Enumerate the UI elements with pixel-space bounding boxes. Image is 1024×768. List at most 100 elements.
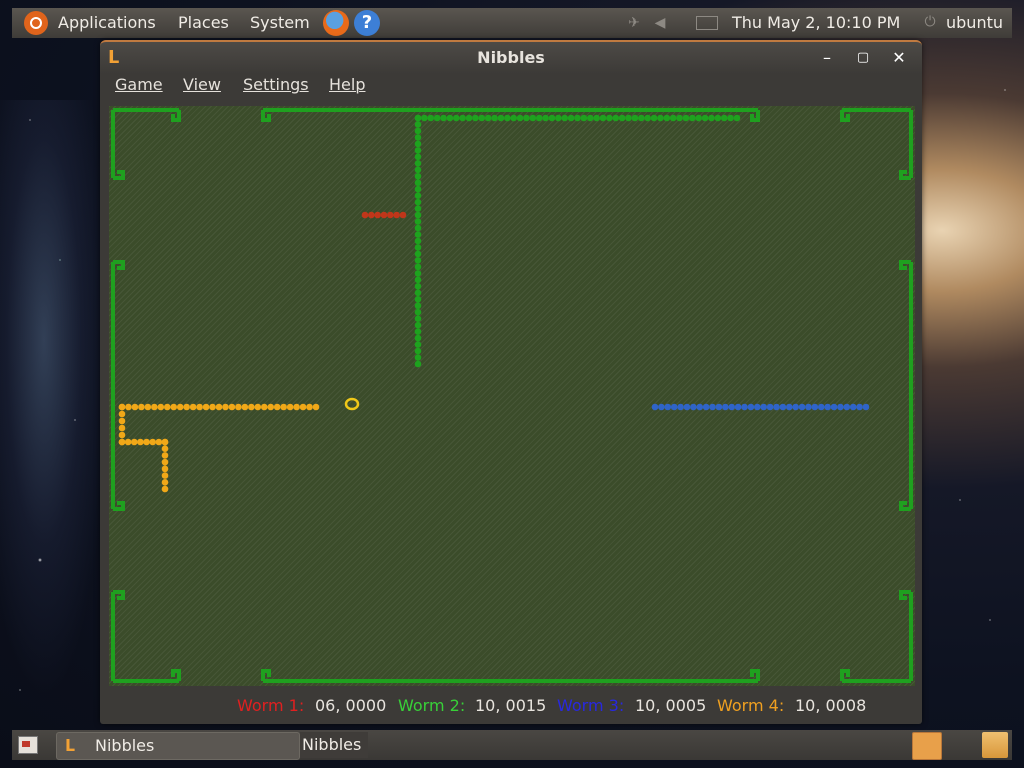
game-canvas: [111, 108, 913, 683]
worm-segment: [542, 114, 549, 122]
worm-segment: [299, 403, 307, 411]
worm-segment: [747, 403, 755, 411]
worm-1: [361, 211, 407, 219]
menu-help[interactable]: Help: [329, 75, 365, 94]
worm-segment: [427, 114, 435, 122]
worm-segment: [118, 438, 126, 446]
worm-segment: [741, 403, 748, 411]
worm-segment: [421, 114, 428, 122]
worm-segment: [497, 114, 505, 122]
menu-game[interactable]: Game: [115, 75, 163, 94]
places-menu[interactable]: Places: [178, 13, 229, 33]
worm-segment: [785, 403, 793, 411]
worm-segment: [222, 403, 229, 411]
worm-segment: [414, 257, 422, 264]
worm-segment: [523, 114, 530, 122]
user-menu[interactable]: ubuntu: [946, 13, 1003, 33]
worm-segment: [446, 114, 454, 122]
worm-segment: [374, 211, 381, 219]
workspace-switcher-icon[interactable]: [912, 732, 942, 760]
worm-segment: [766, 403, 774, 411]
worm-segment: [465, 114, 473, 122]
worm-segment: [161, 472, 169, 479]
worm-segment: [273, 403, 281, 411]
worm-segment: [849, 403, 857, 411]
worm-segment: [138, 403, 145, 411]
worm-segment: [491, 114, 498, 122]
worm-segment: [414, 134, 422, 141]
game-board[interactable]: [109, 106, 915, 686]
menubar: Game View Settings Help: [100, 72, 922, 102]
worm-segment: [155, 438, 163, 446]
worm-segment: [414, 360, 422, 368]
worm-segment: [567, 114, 575, 122]
worm-segment: [267, 403, 275, 411]
applications-menu[interactable]: Applications: [58, 13, 156, 33]
help-icon[interactable]: ?: [354, 10, 380, 36]
worm-segment: [254, 403, 262, 411]
worm-segment: [555, 114, 562, 122]
worm-segment: [805, 403, 812, 411]
show-desktop-icon[interactable]: [18, 736, 38, 754]
worm-3-score: 10, 0005: [635, 696, 707, 715]
worm-segment: [176, 403, 184, 411]
worm-segment: [709, 403, 716, 411]
network-icon[interactable]: ✈: [626, 15, 642, 31]
taskbar-item-label-2: Nibbles: [302, 735, 362, 754]
worm-segment: [631, 114, 639, 122]
mail-icon[interactable]: [696, 16, 718, 30]
worm-segment: [241, 403, 249, 411]
worm-segment: [618, 114, 626, 122]
worm-segment: [393, 211, 400, 219]
worm-segment: [715, 403, 723, 411]
worm-segment: [638, 114, 645, 122]
worm-segment: [118, 424, 126, 432]
worm-segment: [414, 218, 422, 225]
worm-segment: [773, 403, 780, 411]
window-title: Nibbles: [477, 48, 545, 67]
worm-segment: [414, 114, 422, 122]
worm-segment: [118, 417, 126, 425]
titlebar[interactable]: ᒪ Nibbles – ▢ ✕: [100, 40, 922, 74]
worm-segment: [862, 403, 870, 411]
worm-segment: [683, 403, 691, 411]
worm-segment: [414, 308, 422, 316]
worm-segment: [535, 114, 543, 122]
worm-segment: [151, 403, 158, 411]
worm-segment: [414, 185, 422, 193]
clock[interactable]: Thu May 2, 10:10 PM: [732, 13, 900, 33]
worm-segment: [586, 114, 594, 122]
worm-segment: [414, 160, 422, 167]
power-icon[interactable]: ⏻: [922, 14, 938, 30]
minimize-button[interactable]: –: [816, 47, 838, 69]
worm-segment: [170, 403, 178, 411]
worm-segment: [843, 403, 851, 411]
maximize-button[interactable]: ▢: [852, 47, 874, 69]
worm-segment: [248, 403, 255, 411]
worm-segment: [696, 403, 704, 411]
trash-icon[interactable]: [982, 732, 1008, 758]
worm-4-score: 10, 0008: [795, 696, 867, 715]
system-menu[interactable]: System: [250, 13, 310, 33]
taskbar-item-nibbles[interactable]: ᒪ Nibbles: [56, 732, 300, 760]
worm-segment: [183, 403, 190, 411]
firefox-icon[interactable]: [323, 10, 349, 36]
worm-segment: [260, 403, 268, 411]
worm-segment: [580, 114, 588, 122]
worm-segment: [414, 153, 422, 161]
worm-segment: [414, 328, 422, 335]
top-panel: Applications Places System ? ✈ ◀ Thu May…: [12, 8, 1012, 38]
close-button[interactable]: ✕: [888, 47, 910, 69]
worm-segment: [209, 403, 216, 411]
menu-view[interactable]: View: [183, 75, 221, 94]
ubuntu-logo-icon[interactable]: [24, 11, 48, 35]
menu-settings[interactable]: Settings: [243, 75, 309, 94]
worm-segment: [157, 403, 165, 411]
worm-segment: [161, 465, 169, 473]
worm-segment: [399, 211, 407, 219]
worm-segment: [728, 403, 736, 411]
volume-icon[interactable]: ◀: [652, 15, 668, 31]
worm-segment: [561, 114, 569, 122]
taskbar-item-nibbles-2[interactable]: Nibbles: [300, 732, 368, 758]
worm-segment: [651, 403, 659, 411]
